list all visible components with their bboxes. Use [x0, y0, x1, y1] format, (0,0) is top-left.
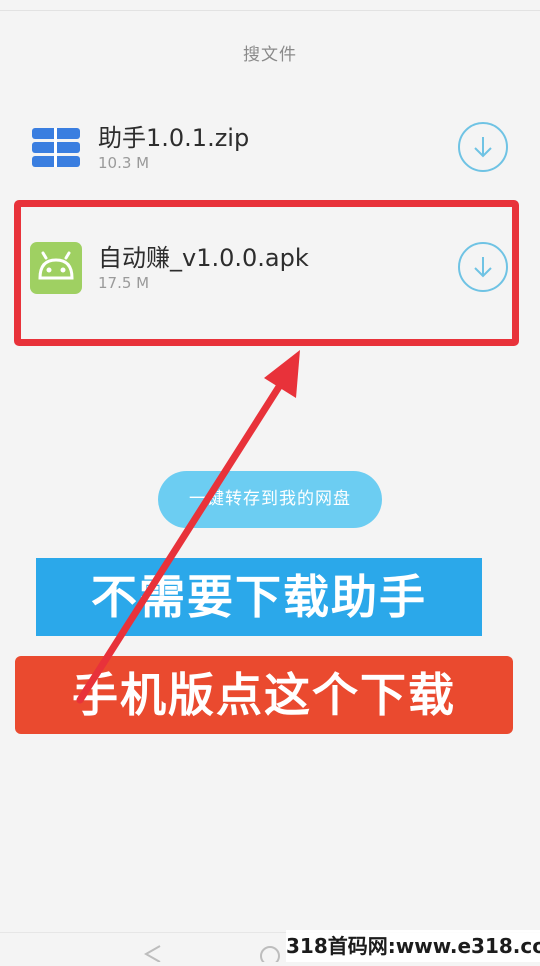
- home-icon[interactable]: [258, 944, 282, 966]
- banner-no-helper: 不需要下载助手: [36, 558, 482, 636]
- file-name: 助手1.0.1.zip: [98, 124, 250, 152]
- download-button[interactable]: [458, 122, 508, 172]
- back-icon[interactable]: [140, 944, 164, 966]
- save-to-disk-button[interactable]: 一键转存到我的网盘: [158, 471, 382, 528]
- top-divider: [0, 10, 540, 11]
- site-watermark: 318首码网:www.e318.com: [286, 930, 540, 962]
- banner-mobile-download: 手机版点这个下载: [15, 656, 513, 734]
- zip-archive-icon: [30, 122, 82, 174]
- file-item-zip[interactable]: 助手1.0.1.zip 10.3 M: [0, 108, 540, 188]
- page-title: 搜文件: [243, 45, 297, 65]
- download-arrow-icon: [474, 137, 492, 158]
- highlight-box: [14, 200, 519, 346]
- file-size: 10.3 M: [98, 154, 150, 172]
